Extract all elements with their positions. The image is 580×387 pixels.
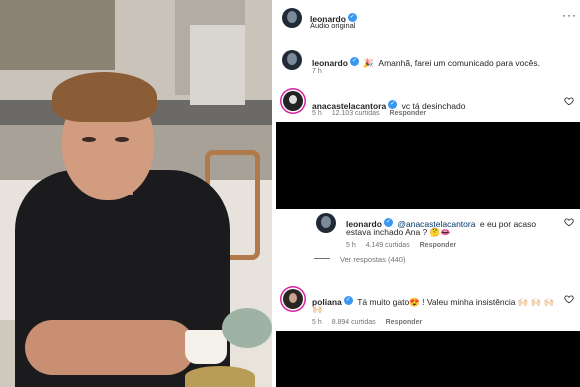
post-photo [0, 0, 272, 387]
photo-eye-right [115, 137, 129, 142]
comments-panel: leonardo ✓ Áudio original ··· leonardo ✓ 🎉… [276, 0, 580, 387]
comment-time: 5 h [346, 242, 356, 249]
reply-button[interactable]: Responder [386, 319, 423, 326]
reply-button[interactable]: Responder [390, 110, 427, 117]
verified-icon: ✓ [343, 296, 353, 306]
view-replies-button[interactable]: Ver respostas (440) [340, 255, 405, 264]
caption-time: 7 h [312, 68, 322, 75]
photo-cup [185, 330, 227, 364]
reply-button[interactable]: Responder [420, 242, 457, 249]
comment-text: Tá muito gato😍 ! Valeu minha insistência… [357, 297, 555, 307]
comment-text-line2: estava inchado Ana ? 🤔👄 [346, 227, 451, 237]
photo-fridge [190, 25, 245, 105]
heart-icon[interactable] [564, 294, 574, 304]
more-horizontal-icon[interactable]: ··· [562, 8, 577, 22]
comment-likes[interactable]: 12.103 curtidas [332, 110, 380, 117]
comment-text-line2: 🙌🏻 [312, 304, 323, 314]
comment-avatar-poliana[interactable] [283, 289, 303, 309]
audio-label[interactable]: Áudio original [310, 21, 355, 30]
comment-time: 5 h [312, 319, 322, 326]
comment-text: e eu por acaso [479, 219, 537, 229]
comment-2-meta: 5 h 4.149 curtidas Responder [346, 242, 464, 249]
avatar-face [321, 216, 331, 228]
photo-arm [25, 320, 195, 375]
comment-likes[interactable]: 8.894 curtidas [332, 319, 376, 326]
photo-cabinet [0, 0, 115, 70]
caption-emoji: 🎉 [363, 58, 374, 68]
comment-1-meta: 5 h 12.103 curtidas Responder [312, 110, 434, 117]
comment-avatar-anacastelacantora[interactable] [283, 91, 303, 111]
photo-plate [222, 308, 272, 348]
verified-icon: ✓ [349, 57, 359, 67]
heart-icon[interactable] [564, 217, 574, 227]
avatar-face [287, 11, 297, 23]
redacted-block [276, 122, 580, 209]
avatar-face [289, 293, 297, 303]
heart-icon[interactable] [564, 96, 574, 106]
verified-icon: ✓ [383, 218, 393, 228]
comment-3-meta: 5 h 8.894 curtidas Responder [312, 319, 430, 326]
header-avatar[interactable] [282, 8, 302, 28]
redacted-block [276, 331, 580, 387]
photo-hair [52, 72, 157, 122]
photo-eye-left [82, 137, 96, 142]
comment-likes[interactable]: 4.149 curtidas [366, 242, 410, 249]
caption-text: Amanhã, farei um comunicado para vocês. [378, 58, 540, 68]
comment-3: poliana ✓ Tá muito gato😍 ! Valeu minha in… [312, 292, 554, 310]
avatar-face [289, 95, 297, 104]
comment-time: 5 h [312, 110, 322, 117]
view-replies-line [314, 258, 330, 259]
reply-avatar-leonardo[interactable] [316, 213, 336, 233]
caption-avatar[interactable] [282, 50, 302, 70]
avatar-face [287, 53, 297, 65]
photo-bowl [185, 366, 255, 387]
verified-icon: ✓ [388, 100, 398, 110]
caption: leonardo ✓ 🎉 Amanhã, farei um comunicado … [312, 53, 540, 71]
caption-username[interactable]: leonardo [312, 58, 348, 68]
